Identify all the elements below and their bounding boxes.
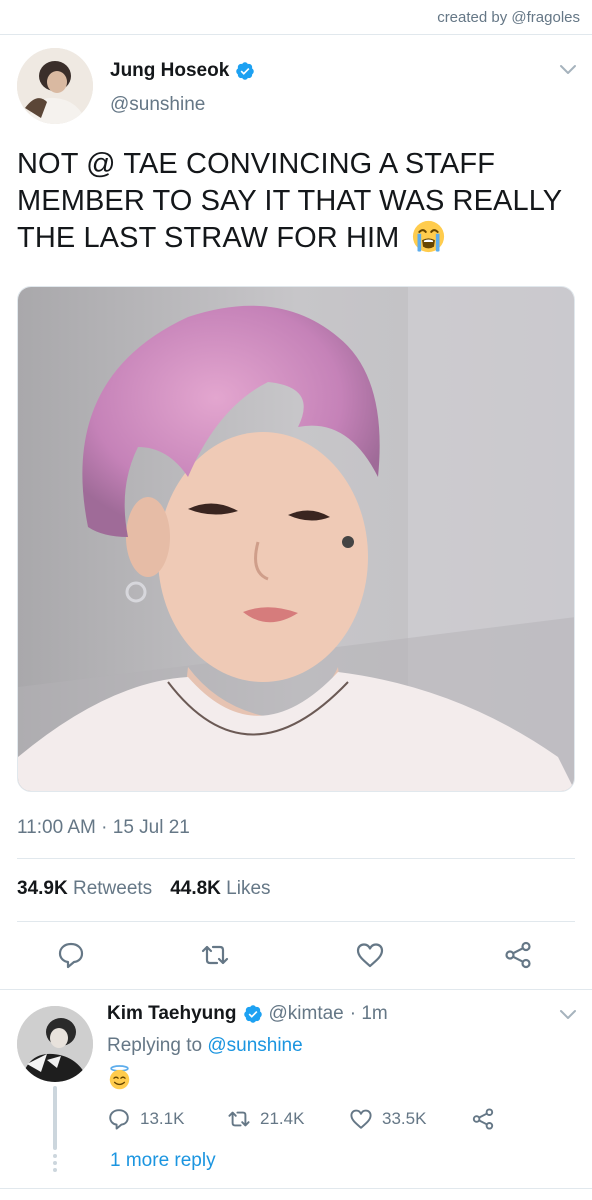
divider — [17, 858, 575, 859]
verified-badge-icon — [236, 62, 255, 80]
share-icon[interactable] — [503, 940, 533, 970]
reply-action-bar: 13.1K 21.4K 33.5K — [107, 1107, 527, 1133]
reply-like-action[interactable]: 33.5K — [349, 1107, 426, 1131]
divider — [0, 989, 592, 990]
smiling-face-with-halo-icon — [109, 1065, 130, 1090]
likes-stat[interactable]: 44.8K Likes — [170, 878, 270, 900]
tweet-stats: 34.9K Retweets 44.8K Likes — [17, 878, 271, 900]
reply-count: 13.1K — [140, 1109, 185, 1128]
divider — [17, 921, 575, 922]
reply-header: Kim Taehyung @kimtae · 1m — [107, 1003, 388, 1025]
retweets-count: 34.9K — [17, 878, 68, 899]
retweets-stat[interactable]: 34.9K Retweets — [17, 878, 152, 900]
like-icon[interactable] — [349, 1107, 373, 1131]
tweet-text: NOT @ TAE CONVINCING A STAFF MEMBER TO S… — [17, 146, 577, 257]
replying-to: Replying to @sunshine — [107, 1035, 303, 1057]
replying-prefix: Replying to — [107, 1035, 203, 1056]
share-icon[interactable] — [471, 1107, 495, 1131]
tweet-action-bar — [0, 940, 592, 970]
reply-icon[interactable] — [56, 940, 86, 970]
like-count: 33.5K — [382, 1109, 427, 1128]
chevron-down-icon[interactable] — [559, 1009, 577, 1021]
chevron-down-icon[interactable] — [559, 64, 577, 76]
likes-count: 44.8K — [170, 878, 221, 899]
more-replies-link[interactable]: 1 more reply — [110, 1150, 216, 1172]
reply-author-name[interactable]: Kim Taehyung — [107, 1003, 237, 1025]
reply-time: · 1m — [349, 1003, 388, 1024]
divider — [0, 34, 592, 35]
retweet-count: 21.4K — [260, 1109, 305, 1128]
like-icon[interactable] — [355, 940, 385, 970]
reply-retweet-action[interactable]: 21.4K — [227, 1107, 304, 1131]
verified-badge-icon — [243, 1005, 262, 1023]
author-handle[interactable]: @sunshine — [110, 94, 205, 116]
thread-dots — [53, 1154, 57, 1174]
author-name[interactable]: Jung Hoseok — [110, 60, 229, 82]
likes-label: Likes — [226, 878, 271, 899]
reply-share-action[interactable] — [471, 1107, 495, 1131]
tweet-timestamp[interactable]: 11:00 AM · 15 Jul 21 — [17, 817, 190, 839]
reply-author-avatar[interactable] — [17, 1006, 93, 1082]
loudly-crying-face-icon — [412, 220, 444, 253]
reply-icon[interactable] — [107, 1107, 131, 1131]
thread-line — [53, 1086, 57, 1150]
divider — [0, 1188, 592, 1189]
retweet-icon[interactable] — [227, 1107, 251, 1131]
replying-mention-link[interactable]: @sunshine — [207, 1035, 302, 1056]
author-avatar[interactable] — [17, 48, 93, 124]
retweet-icon[interactable] — [200, 940, 230, 970]
tweet-photo[interactable] — [17, 286, 575, 792]
retweets-label: Retweets — [72, 878, 153, 899]
tweet-text-body: NOT @ TAE CONVINCING A STAFF MEMBER TO S… — [17, 148, 562, 254]
author-name-row[interactable]: Jung Hoseok — [110, 60, 255, 82]
reply-reply-action[interactable]: 13.1K — [107, 1107, 184, 1131]
creator-credit: created by @fragoles — [437, 9, 580, 26]
reply-author-handle[interactable]: @kimtae — [269, 1003, 344, 1025]
